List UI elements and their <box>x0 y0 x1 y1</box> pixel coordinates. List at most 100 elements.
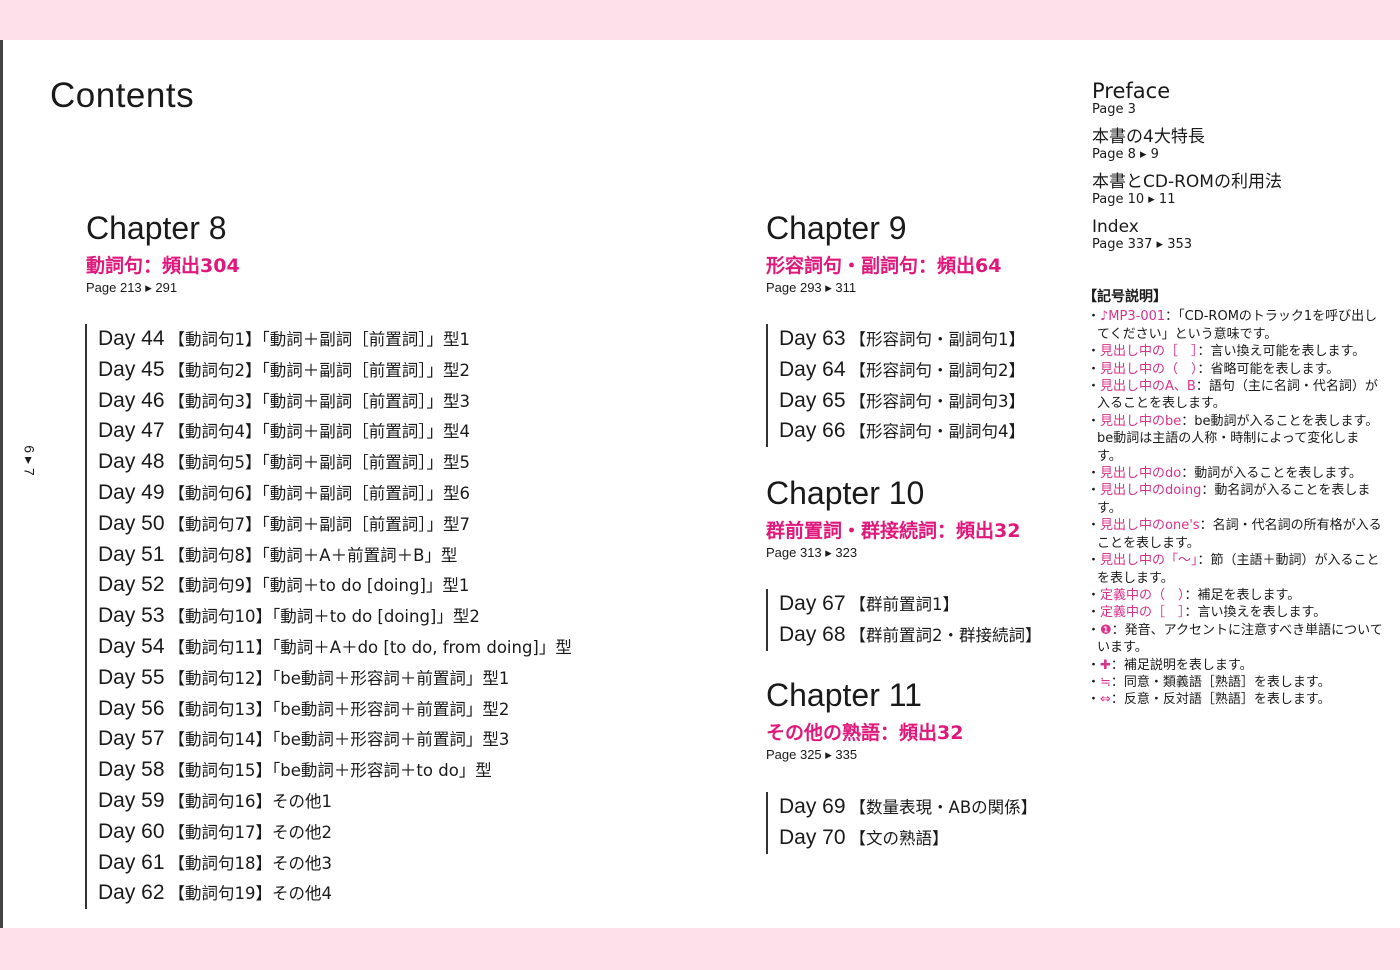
item-heading: Index <box>1092 217 1139 237</box>
legend-item: ・定義中の［ ］：言い換えを表します。 <box>1087 605 1327 621</box>
day-topic: 【動詞句9】「動詞＋to do [doing]」型1 <box>168 576 470 596</box>
legend-key: 定義中の（ ） <box>1100 587 1185 603</box>
legend-desc: ：同意・類義語［熟語］を表します。 <box>1110 674 1331 690</box>
day-item[interactable]: Day 44 【動詞句1】「動詞＋副詞［前置詞］」型1 <box>98 324 572 355</box>
day-item[interactable]: Day 66 【形容詞句・副詞句4】 <box>779 416 1025 447</box>
legend-item: ・見出し中の［ ］：言い換え可能を表します。 <box>1087 344 1366 360</box>
day-item[interactable]: Day 51 【動詞句8】「動詞＋A＋前置詞＋B」型 <box>98 540 572 571</box>
day-item[interactable]: Day 46 【動詞句3】「動詞＋副詞［前置詞］」型3 <box>98 386 572 417</box>
top-band <box>0 0 1400 40</box>
legend-desc: ：省略可能を表します。 <box>1197 361 1340 377</box>
symbol-legend: 【記号説明】 ・♪MP3-001：「CD-ROMのトラック1を呼び出してください… <box>1083 289 1383 709</box>
day-item[interactable]: Day 50 【動詞句7】「動詞＋副詞［前置詞］」型7 <box>98 509 572 540</box>
chapter-subtitle: 形容詞句・副詞句：頻出64 <box>766 255 1002 277</box>
chapter-heading: Chapter 8 <box>86 210 227 246</box>
day-item[interactable]: Day 62 【動詞句19】その他4 <box>98 878 572 909</box>
day-item[interactable]: Day 57 【動詞句14】「be動詞＋形容詞＋前置詞」型3 <box>98 724 572 755</box>
day-number: Day 54 <box>98 634 165 658</box>
legend-key: 見出し中の（ ） <box>1100 361 1198 377</box>
day-item[interactable]: Day 49 【動詞句6】「動詞＋副詞［前置詞］」型6 <box>98 478 572 509</box>
day-item[interactable]: Day 64 【形容詞句・副詞句2】 <box>779 355 1025 386</box>
day-topic: 【動詞句11】「動詞＋A＋do [to do, from doing]」型 <box>168 637 572 657</box>
day-topic: 【動詞句14】「be動詞＋形容詞＋前置詞」型3 <box>168 730 510 750</box>
day-number: Day 61 <box>98 850 165 874</box>
day-topic: 【動詞句4】「動詞＋副詞［前置詞］」型4 <box>168 422 471 442</box>
page-number: 6 ▸ 7 <box>21 445 38 476</box>
item-pages: Page 10 ▸ 11 <box>1092 192 1176 207</box>
day-topic: 【形容詞句・副詞句4】 <box>849 422 1026 442</box>
day-topic: 【動詞句17】その他2 <box>168 822 333 842</box>
legend-key: 定義中の［ ］ <box>1100 605 1185 621</box>
chapter-9-days: Day 63 【形容詞句・副詞句1】 Day 64 【形容詞句・副詞句2】 Day 65… <box>766 324 1025 448</box>
day-number: Day 55 <box>98 665 165 689</box>
legend-item: ・見出し中の（ ）：省略可能を表します。 <box>1087 361 1340 377</box>
day-item[interactable]: Day 69 【数量表現・ABの関係】 <box>779 792 1037 823</box>
chapter-heading: Chapter 10 <box>766 475 925 511</box>
chapter-10: Chapter 10 群前置詞・群接続詞：頻出32 Page 313 ▸ 323 <box>766 475 1020 561</box>
toc-item-features[interactable]: 本書の4大特長 Page 8 ▸ 9 <box>1092 127 1392 163</box>
day-topic: 【動詞句6】「動詞＋副詞［前置詞］」型6 <box>168 483 471 503</box>
day-item[interactable]: Day 61 【動詞句18】その他3 <box>98 848 572 879</box>
day-item[interactable]: Day 56 【動詞句13】「be動詞＋形容詞＋前置詞」型2 <box>98 694 572 725</box>
day-number: Day 57 <box>98 727 165 751</box>
chapter-pages: Page 213 ▸ 291 <box>86 280 178 295</box>
legend-desc: ：動詞が入ることを表します。 <box>1181 466 1362 482</box>
chapter-9: Chapter 9 形容詞句・副詞句：頻出64 Page 293 ▸ 311 <box>766 210 1001 296</box>
chapter-10-days: Day 67 【群前置詞1】 Day 68 【群前置詞2・群接続詞】 <box>766 589 1042 651</box>
legend-item: ・見出し中のA、B：語句（主に名詞・代名詞）が入ることを表します。 <box>1087 379 1378 412</box>
day-number: Day 47 <box>98 419 165 443</box>
day-number: Day 70 <box>779 825 846 849</box>
day-item[interactable]: Day 65 【形容詞句・副詞句3】 <box>779 386 1025 417</box>
day-item[interactable]: Day 55 【動詞句12】「be動詞＋形容詞＋前置詞」型1 <box>98 663 572 694</box>
day-topic: 【群前置詞2・群接続詞】 <box>849 625 1042 645</box>
day-topic: 【動詞句2】「動詞＋副詞［前置詞］」型2 <box>168 360 471 380</box>
day-number: Day 69 <box>779 795 846 818</box>
day-number: Day 66 <box>779 419 846 443</box>
legend-key: 見出し中の［ ］ <box>1100 344 1198 360</box>
day-item[interactable]: Day 45 【動詞句2】「動詞＋副詞［前置詞］」型2 <box>98 355 572 386</box>
day-item[interactable]: Day 48 【動詞句5】「動詞＋副詞［前置詞］」型5 <box>98 447 572 478</box>
day-number: Day 50 <box>98 511 165 535</box>
legend-desc: ：補足を表します。 <box>1184 587 1301 603</box>
day-topic: 【動詞句10】「動詞＋to do [doing]」型2 <box>168 607 480 627</box>
item-heading: 本書とCD-ROMの利用法 <box>1092 172 1282 192</box>
legend-key: ♪MP3-001 <box>1100 309 1166 325</box>
legend-item: ・見出し中の「～」：節（主語＋動詞）が入ることを表します。 <box>1087 553 1380 586</box>
legend-heading: 【記号説明】 <box>1083 289 1167 305</box>
page-edge <box>0 40 3 928</box>
legend-desc: ：言い換えを表します。 <box>1184 605 1327 621</box>
day-number: Day 60 <box>98 819 165 843</box>
legend-item: ・⇔：反意・反対語［熟語］を表します。 <box>1087 692 1331 708</box>
page-title: Contents <box>50 76 195 115</box>
legend-key: 見出し中のdo <box>1100 466 1182 482</box>
day-number: Day 46 <box>98 388 165 412</box>
chapter-pages: Page 313 ▸ 323 <box>766 545 858 560</box>
chapter-subtitle: 動詞句：頻出304 <box>86 255 240 277</box>
day-number: Day 52 <box>98 573 165 597</box>
day-item[interactable]: Day 54 【動詞句11】「動詞＋A＋do [to do, from doing… <box>98 632 572 663</box>
day-item[interactable]: Day 60 【動詞句17】その他2 <box>98 817 572 848</box>
day-item[interactable]: Day 63 【形容詞句・副詞句1】 <box>779 324 1025 355</box>
day-number: Day 65 <box>779 388 846 412</box>
day-item[interactable]: Day 70 【文の熟語】 <box>779 823 1037 854</box>
day-topic: 【文の熟語】 <box>849 828 949 848</box>
day-item[interactable]: Day 59 【動詞句16】その他1 <box>98 786 572 817</box>
day-topic: 【動詞句16】その他1 <box>168 791 333 811</box>
day-number: Day 49 <box>98 480 165 504</box>
day-item[interactable]: Day 53 【動詞句10】「動詞＋to do [doing]」型2 <box>98 601 572 632</box>
toc-item-index[interactable]: Index Page 337 ▸ 353 <box>1092 217 1392 253</box>
legend-item: ・見出し中のone's：名詞・代名詞の所有格が入ることを表します。 <box>1087 518 1382 551</box>
legend-key: ✚ <box>1100 657 1111 673</box>
day-item[interactable]: Day 67 【群前置詞1】 <box>779 589 1042 620</box>
chapter-8-days: Day 44 【動詞句1】「動詞＋副詞［前置詞］」型1 Day 45 【動詞句2】「動… <box>85 324 572 910</box>
chapter-pages: Page 325 ▸ 335 <box>766 747 858 762</box>
toc-item-usage[interactable]: 本書とCD-ROMの利用法 Page 10 ▸ 11 <box>1092 172 1392 208</box>
day-number: Day 58 <box>98 758 165 782</box>
chapter-subtitle: 群前置詞・群接続詞：頻出32 <box>766 520 1021 542</box>
day-item[interactable]: Day 68 【群前置詞2・群接続詞】 <box>779 620 1042 651</box>
day-item[interactable]: Day 52 【動詞句9】「動詞＋to do [doing]」型1 <box>98 570 572 601</box>
day-item[interactable]: Day 47 【動詞句4】「動詞＋副詞［前置詞］」型4 <box>98 416 572 447</box>
day-item[interactable]: Day 58 【動詞句15】「be動詞＋形容詞＋to do」型 <box>98 755 572 786</box>
day-topic: 【動詞句8】「動詞＋A＋前置詞＋B」型 <box>168 545 458 565</box>
toc-item-preface[interactable]: Preface Page 3 <box>1092 80 1392 118</box>
